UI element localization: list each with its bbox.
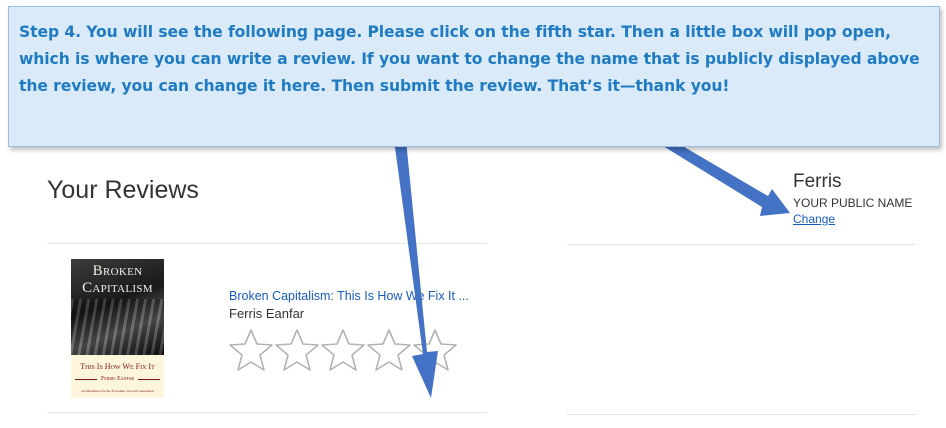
cover-author: Ferris Eanfar bbox=[100, 376, 135, 382]
star-rating bbox=[228, 328, 458, 372]
star-outline-icon bbox=[367, 329, 411, 371]
change-name-link[interactable]: Change bbox=[793, 212, 835, 226]
page-title: Your Reviews bbox=[47, 176, 199, 204]
public-name-label: YOUR PUBLIC NAME bbox=[793, 196, 913, 210]
star-2-button[interactable] bbox=[274, 328, 320, 372]
book-cover-image[interactable]: Broken Capitalism This Is How We Fix It … bbox=[71, 259, 164, 398]
star-outline-icon bbox=[321, 329, 365, 371]
divider bbox=[567, 244, 915, 245]
cover-title: Broken Capitalism bbox=[71, 263, 164, 297]
book-title-link[interactable]: Broken Capitalism: This Is How We Fix It… bbox=[229, 289, 469, 303]
divider bbox=[567, 414, 915, 415]
star-3-button[interactable] bbox=[320, 328, 366, 372]
cover-title-line1: Broken bbox=[92, 263, 143, 279]
star-outline-icon bbox=[275, 329, 319, 371]
public-name: Ferris bbox=[793, 171, 842, 192]
book-author: Ferris Eanfar bbox=[229, 306, 305, 321]
instruction-text: Step 4. You will see the following page.… bbox=[19, 23, 920, 95]
star-5-button[interactable] bbox=[412, 328, 458, 372]
star-outline-icon bbox=[229, 329, 273, 371]
divider bbox=[47, 243, 487, 244]
instruction-callout: Step 4. You will see the following page.… bbox=[8, 6, 940, 147]
divider bbox=[47, 412, 487, 413]
star-4-button[interactable] bbox=[366, 328, 412, 372]
pointer-arrow-icon bbox=[655, 141, 790, 216]
cover-tagline: An Manifesto for the Economic Growth Gen… bbox=[81, 389, 154, 393]
cover-title-line2: Capitalism bbox=[82, 280, 153, 296]
cover-subtitle: This Is How We Fix It bbox=[80, 362, 155, 371]
star-outline-icon bbox=[413, 329, 457, 371]
star-1-button[interactable] bbox=[228, 328, 274, 372]
